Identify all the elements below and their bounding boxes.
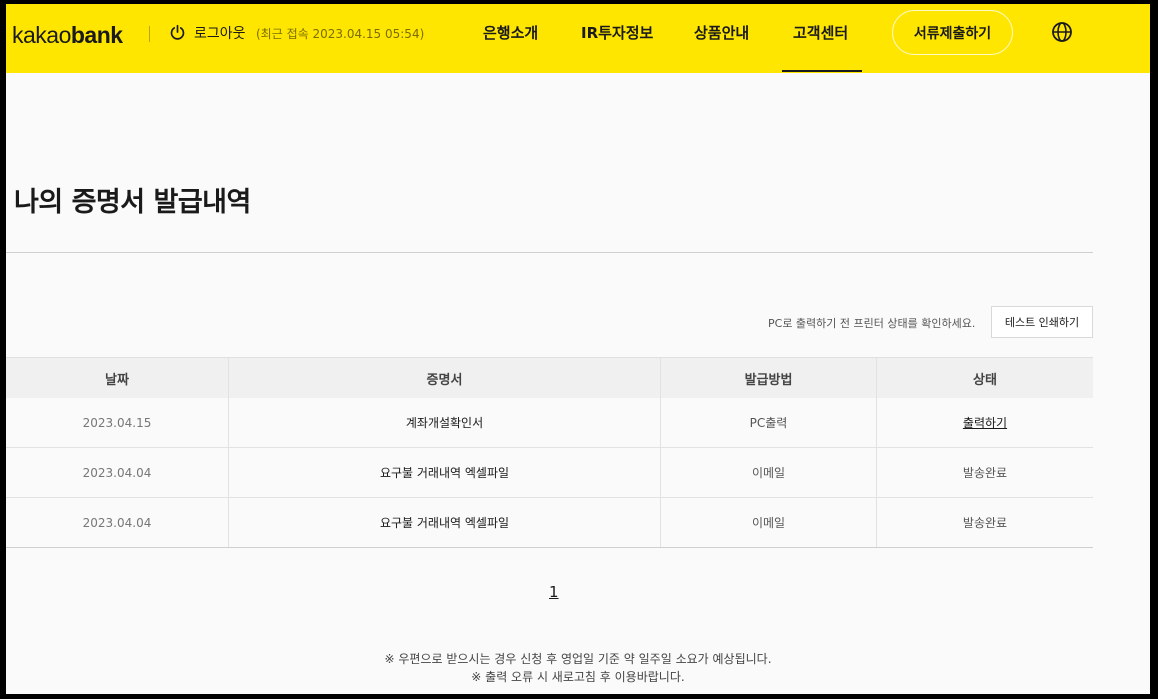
row-date: 2023.04.04 [6, 448, 229, 497]
row-method: 이메일 [661, 498, 877, 547]
header-date: 날짜 [6, 358, 229, 398]
table-row: 2023.04.15 계좌개설확인서 PC출력 출력하기 [6, 398, 1093, 448]
table-row: 2023.04.04 요구불 거래내역 엑셀파일 이메일 발송완료 [6, 498, 1093, 548]
row-method: 이메일 [661, 448, 877, 497]
row-date: 2023.04.04 [6, 498, 229, 547]
globe-icon[interactable] [1051, 21, 1073, 43]
print-link[interactable]: 출력하기 [963, 414, 1007, 431]
nav-item-customer-center[interactable]: 고객센터 [793, 22, 848, 43]
printer-notice: PC로 출력하기 전 프린터 상태를 확인하세요. [768, 317, 976, 330]
last-access-time: (최근 접속 2023.04.15 05:54) [256, 27, 425, 41]
table-header: 날짜 증명서 발급방법 상태 [6, 357, 1093, 398]
submit-documents-button[interactable]: 서류제출하기 [892, 10, 1013, 55]
row-status: 출력하기 [877, 398, 1093, 447]
row-certificate: 요구불 거래내역 엑셀파일 [229, 498, 661, 547]
nav-active-indicator [782, 70, 862, 72]
title-divider [6, 252, 1093, 253]
header: kakaobank 로그아웃 (최근 접속 2023.04.15 05:54) … [6, 4, 1150, 73]
pagination-page-1[interactable]: 1 [549, 583, 559, 601]
logo-text-light: kakao [12, 22, 71, 48]
header-method: 발급방법 [661, 358, 877, 398]
kakaobank-logo[interactable]: kakaobank [12, 22, 123, 49]
header-divider [149, 26, 150, 42]
nav-item-products[interactable]: 상품안내 [694, 22, 749, 43]
footnote-mail: ※ 우편으로 받으시는 경우 신청 후 영업일 기준 약 일주일 소요가 예상됩… [384, 652, 772, 666]
power-icon[interactable] [169, 24, 186, 41]
nav-item-about[interactable]: 은행소개 [483, 22, 538, 43]
page-title: 나의 증명서 발급내역 [14, 187, 251, 218]
logout-button[interactable]: 로그아웃 [194, 23, 246, 43]
page-frame: kakaobank 로그아웃 (최근 접속 2023.04.15 05:54) … [6, 4, 1150, 694]
row-certificate: 계좌개설확인서 [229, 398, 661, 447]
row-certificate: 요구불 거래내역 엑셀파일 [229, 448, 661, 497]
test-print-button[interactable]: 테스트 인쇄하기 [991, 306, 1093, 338]
row-status: 발송완료 [962, 516, 1008, 530]
row-method: PC출력 [661, 398, 877, 447]
header-status: 상태 [973, 372, 997, 388]
header-certificate: 증명서 [229, 358, 661, 398]
row-status: 발송완료 [962, 466, 1008, 480]
table-row: 2023.04.04 요구불 거래내역 엑셀파일 이메일 발송완료 [6, 448, 1093, 498]
certificate-table: 날짜 증명서 발급방법 상태 2023.04.15 계좌개설확인서 PC출력 출… [6, 357, 1093, 548]
logo-text-bold: bank [70, 22, 123, 48]
footnote-refresh: ※ 출력 오류 시 새로고침 후 이용바랍니다. [471, 670, 685, 684]
row-date: 2023.04.15 [6, 398, 229, 447]
nav-item-ir[interactable]: IR투자정보 [581, 22, 653, 43]
